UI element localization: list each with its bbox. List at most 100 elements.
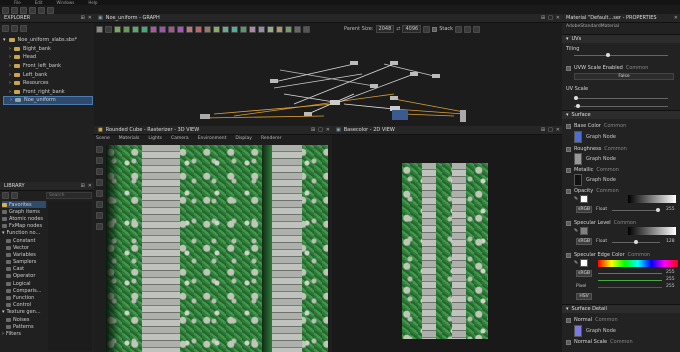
specular-level-checkbox[interactable] xyxy=(566,220,571,226)
base-color-input[interactable]: Graph Node xyxy=(574,131,616,143)
library-item[interactable]: Variables xyxy=(2,251,46,258)
open-icon[interactable] xyxy=(11,6,18,14)
specular-swatch[interactable] xyxy=(580,227,589,235)
tree-item[interactable]: › Front_left_bank xyxy=(3,62,93,71)
zoom-fit-icon[interactable] xyxy=(473,25,481,33)
view3d-menu-display[interactable]: Display xyxy=(235,136,252,144)
hue-spectrum[interactable] xyxy=(598,260,678,267)
tree-item[interactable]: › Resources xyxy=(3,79,93,88)
input-icon[interactable] xyxy=(195,25,202,33)
opacity-swatch[interactable] xyxy=(580,195,589,203)
view3d-menu-scene[interactable]: Scene xyxy=(96,136,110,144)
gradient-icon[interactable] xyxy=(123,25,130,33)
layout-icon[interactable] xyxy=(47,6,54,14)
normal-icon[interactable] xyxy=(177,25,184,33)
graph-node[interactable] xyxy=(330,100,340,105)
library-item[interactable]: Patterns xyxy=(2,323,46,330)
section-surface-detail[interactable]: ▾ Surface Detail xyxy=(562,304,680,313)
specular-srgb-button[interactable]: sRGB xyxy=(576,238,592,245)
uniform-color-icon[interactable] xyxy=(114,25,121,33)
tree-item[interactable]: › Head xyxy=(3,53,93,62)
tree-item[interactable]: › Bight_bank xyxy=(3,45,93,54)
undo-icon[interactable] xyxy=(29,6,36,14)
library-item[interactable]: FxMap nodes xyxy=(2,223,46,230)
metallic-input[interactable]: Graph Node xyxy=(574,174,616,186)
new-icon[interactable] xyxy=(2,6,9,14)
library-item[interactable]: Graph items xyxy=(2,208,46,215)
opacity-gradient[interactable] xyxy=(628,195,676,203)
close-icon[interactable]: ✕ xyxy=(88,183,92,189)
graph-node[interactable] xyxy=(304,112,312,116)
opacity-checkbox[interactable] xyxy=(566,188,571,194)
metallic-checkbox[interactable] xyxy=(566,167,571,173)
frame-icon[interactable] xyxy=(105,25,112,33)
view3d-menu-lights[interactable]: Lights xyxy=(148,136,162,144)
graph-node[interactable] xyxy=(350,61,358,65)
pin-icon[interactable]: ⊞ xyxy=(81,183,85,189)
wireframe-icon[interactable] xyxy=(96,201,103,208)
edge-g-value[interactable]: 255 xyxy=(666,277,675,282)
close-icon[interactable]: ✕ xyxy=(556,127,560,133)
roughness-checkbox[interactable] xyxy=(566,146,571,152)
parent-size-select[interactable]: 2048 xyxy=(375,25,395,33)
blur-icon[interactable] xyxy=(168,25,175,33)
edge-b-slider[interactable] xyxy=(598,287,662,288)
select-tool-icon[interactable] xyxy=(96,25,103,33)
warp-icon[interactable] xyxy=(150,25,157,33)
section-uvs[interactable]: ▾ UVs xyxy=(562,34,680,43)
edge-r-value[interactable]: 255 xyxy=(666,270,675,275)
save-icon[interactable] xyxy=(20,6,27,14)
library-item[interactable]: Cast xyxy=(2,266,46,273)
output-node[interactable] xyxy=(392,110,408,120)
screenshot-icon[interactable] xyxy=(96,212,103,219)
library-item[interactable]: Noises xyxy=(2,316,46,323)
graph-node[interactable] xyxy=(200,114,210,119)
pin-icon[interactable]: ⊞ xyxy=(541,127,545,133)
tree-item[interactable]: › Left_bank xyxy=(3,70,93,79)
tiling-slider-handle[interactable] xyxy=(606,53,610,57)
view3d-menu-camera[interactable]: Camera xyxy=(171,136,189,144)
blend-icon[interactable] xyxy=(132,25,139,33)
library-item[interactable]: Function xyxy=(2,294,46,301)
texture-icon[interactable] xyxy=(96,190,103,197)
library-item[interactable]: Control xyxy=(2,302,46,309)
specular-edge-swatch[interactable] xyxy=(580,259,589,267)
normal-checkbox[interactable] xyxy=(566,317,571,323)
stack-checkbox[interactable] xyxy=(432,26,438,32)
library-search-input[interactable]: Search xyxy=(46,192,92,199)
opacity-slider[interactable] xyxy=(612,210,660,211)
options-icon[interactable] xyxy=(423,25,431,33)
fxmap-icon[interactable] xyxy=(204,25,211,33)
close-icon[interactable]: ✕ xyxy=(556,15,560,21)
uv-scale-slider-2[interactable] xyxy=(574,106,668,107)
graph-node[interactable] xyxy=(390,96,398,100)
specular-value[interactable]: 128 xyxy=(666,239,675,244)
output-node[interactable] xyxy=(460,110,466,122)
close-icon[interactable]: ✕ xyxy=(88,15,92,21)
pixel-processor-icon[interactable] xyxy=(213,25,220,33)
text-icon[interactable] xyxy=(294,25,301,33)
maximize-icon[interactable]: □ xyxy=(548,15,553,21)
normal-input[interactable]: Graph Node xyxy=(574,325,616,337)
view3d-menu-environment[interactable]: Environment xyxy=(198,136,227,144)
close-icon[interactable]: ✕ xyxy=(326,127,330,133)
base-color-checkbox[interactable] xyxy=(566,123,571,129)
opacity-slider-handle[interactable] xyxy=(656,208,660,212)
edge-r-slider[interactable] xyxy=(598,273,662,274)
specular-edge-checkbox[interactable] xyxy=(566,252,571,258)
library-item[interactable]: ▾ Texture gen... xyxy=(2,309,46,316)
library-item[interactable]: Constant xyxy=(2,237,46,244)
output-icon[interactable] xyxy=(186,25,193,33)
grid-icon[interactable] xyxy=(464,25,472,33)
uvw-scale-dropdown[interactable]: False xyxy=(574,73,674,80)
view3d-menu-materials[interactable]: Materials xyxy=(119,136,140,144)
tiling-icon[interactable] xyxy=(96,223,103,230)
opacity-srgb-button[interactable]: sRGB xyxy=(576,206,592,213)
view3d-viewport[interactable] xyxy=(106,145,328,352)
basecolor-texture[interactable] xyxy=(402,163,488,339)
uv-scale-slider[interactable] xyxy=(574,98,668,99)
align-icon[interactable] xyxy=(455,25,463,33)
graph-node[interactable] xyxy=(270,79,278,83)
hsl-icon[interactable] xyxy=(231,25,238,33)
graph-node[interactable] xyxy=(370,84,378,88)
